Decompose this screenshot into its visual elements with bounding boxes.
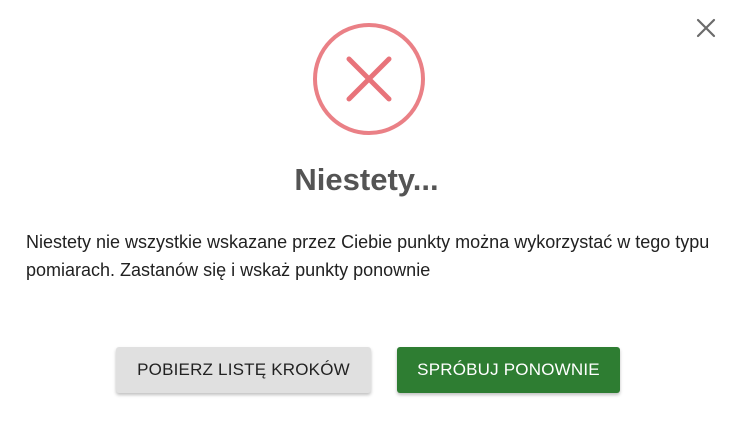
download-steps-button[interactable]: POBIERZ LISTĘ KROKÓW bbox=[116, 347, 371, 393]
dialog-message: Niestety nie wszystkie wskazane przez Ci… bbox=[26, 232, 710, 280]
error-dialog: Niestety... Niestety nie wszystkie wskaz… bbox=[0, 0, 733, 426]
close-icon bbox=[696, 18, 716, 38]
close-button[interactable] bbox=[693, 15, 719, 41]
error-x-circle-icon bbox=[311, 21, 427, 137]
dialog-title: Niestety... bbox=[294, 162, 439, 197]
retry-button[interactable]: SPRÓBUJ PONOWNIE bbox=[397, 347, 620, 393]
